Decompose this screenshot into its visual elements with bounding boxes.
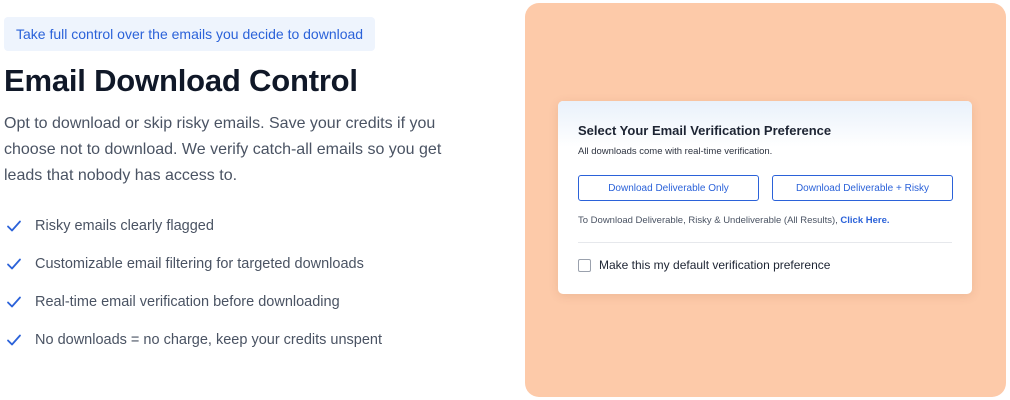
feature-label: Risky emails clearly flagged bbox=[35, 218, 214, 234]
section-description: Opt to download or skip risky emails. Sa… bbox=[4, 115, 442, 184]
verification-preference-card: Select Your Email Verification Preferenc… bbox=[558, 101, 972, 294]
feature-label: Customizable email filtering for targete… bbox=[35, 256, 364, 272]
feature-item: Risky emails clearly flagged bbox=[4, 207, 504, 245]
card-title: Select Your Email Verification Preferenc… bbox=[578, 123, 832, 138]
default-preference-row[interactable]: Make this my default verification prefer… bbox=[578, 258, 830, 272]
default-preference-checkbox[interactable] bbox=[578, 258, 591, 272]
check-icon bbox=[7, 258, 21, 270]
download-deliverable-only-button[interactable]: Download Deliverable Only bbox=[578, 175, 759, 201]
page-title: Email Download Control bbox=[4, 63, 358, 98]
check-icon bbox=[7, 220, 21, 232]
default-preference-label: Make this my default verification prefer… bbox=[599, 258, 831, 272]
feature-item: Real-time email verification before down… bbox=[4, 283, 504, 321]
feature-list: Risky emails clearly flagged Customizabl… bbox=[4, 207, 504, 359]
feature-label: Real-time email verification before down… bbox=[35, 294, 340, 310]
feature-item: No downloads = no charge, keep your cred… bbox=[4, 321, 504, 359]
all-results-label: To Download Deliverable, Risky & Undeliv… bbox=[578, 215, 841, 226]
check-icon bbox=[7, 334, 21, 346]
illustration-panel: Select Your Email Verification Preferenc… bbox=[525, 3, 1006, 397]
feature-item: Customizable email filtering for targete… bbox=[4, 245, 504, 283]
card-subtitle: All downloads come with real-time verifi… bbox=[578, 146, 773, 157]
download-deliverable-risky-button[interactable]: Download Deliverable + Risky bbox=[772, 175, 953, 201]
click-here-link[interactable]: Click Here. bbox=[840, 215, 889, 226]
eyebrow-badge: Take full control over the emails you de… bbox=[4, 17, 376, 51]
card-divider bbox=[578, 242, 952, 243]
page: Take full control over the emails you de… bbox=[0, 0, 1010, 400]
feature-label: No downloads = no charge, keep your cred… bbox=[35, 332, 383, 348]
check-icon bbox=[7, 296, 21, 308]
all-results-text: To Download Deliverable, Risky & Undeliv… bbox=[578, 215, 890, 226]
feature-section: Take full control over the emails you de… bbox=[4, 17, 504, 359]
